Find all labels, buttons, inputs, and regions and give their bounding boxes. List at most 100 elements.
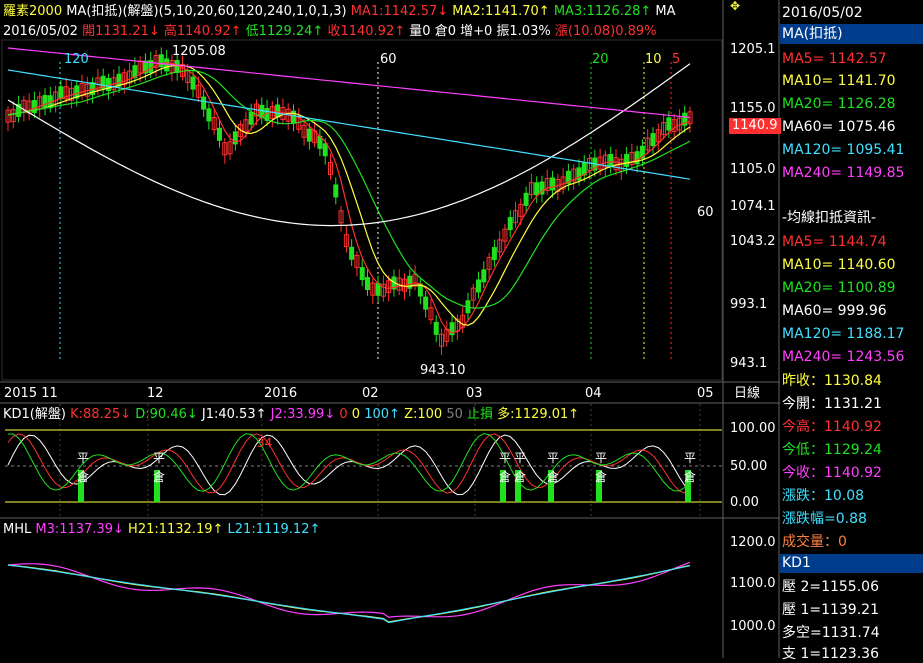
sidebar-open: 今開：1131.21 [782, 396, 882, 412]
candle-body-57 [306, 128, 312, 142]
ma-indicator-label[interactable]: MA(扣抵)(解盤)(5,10,20,60,120,240,1,0,1,3) [66, 4, 346, 19]
time-axis-04: 04 [585, 386, 602, 401]
kd-hundred: 100↑ [364, 407, 400, 422]
candle-body-7 [42, 95, 48, 109]
candle-body-98 [523, 192, 529, 206]
mhl-axis-1200: 1200.0 [730, 535, 776, 550]
kd-j2-value: J2:33.99↓ [270, 407, 336, 422]
sidebar-ma120: MA120= 1095.41 [782, 142, 905, 158]
sidebar-ma-title[interactable]: MA(扣抵) [782, 26, 843, 43]
sidebar-ma10: MA10= 1141.70 [782, 73, 896, 89]
sidebar-deduct-ma240: MA240= 1243.56 [782, 349, 905, 365]
sidebar-ma5: MA5= 1142.57 [782, 51, 887, 67]
time-axis-12: 12 [147, 386, 164, 401]
price-axis-1205: 1205.1 [730, 42, 776, 57]
candle-body-79 [423, 296, 429, 310]
symbol-name[interactable]: 羅素2000 [3, 4, 62, 19]
sidebar-close: 今收：1140.92 [782, 465, 882, 481]
price-axis-1074: 1074.1 [730, 199, 776, 214]
kd-flat-label-2: 平 [499, 451, 511, 465]
kd-d-value: D:90.46↓ [135, 407, 198, 422]
mhl-h21-line [7, 564, 691, 623]
mhl-l21-value: L21:1119.12↑ [227, 522, 321, 537]
current-price-tag: 1140.9 [729, 118, 781, 134]
low-annotation: 943.10 [420, 363, 466, 378]
sidebar-volume: 成交量：0 [782, 534, 847, 550]
position-value: 倉0 [434, 24, 456, 39]
ma1-value: MA1:1142.57↓ [350, 4, 449, 19]
kd-j-line [7, 434, 691, 496]
time-axis-05: 05 [697, 386, 714, 401]
candle-body-92 [491, 247, 497, 261]
kd-cover-label-1: 倉 [153, 469, 165, 484]
price-axis-1043: 1043.2 [730, 234, 776, 249]
period-selector[interactable]: 日線 [734, 386, 760, 402]
ma20-line [7, 69, 691, 309]
mhl-title[interactable]: MHL [3, 522, 31, 537]
deduct-marker-20: 20 [592, 52, 609, 67]
kd-flat-label-1: 平 [153, 451, 165, 465]
price-axis-1155: 1155.0 [730, 101, 776, 116]
kd-axis-50: 50.00 [730, 459, 768, 474]
deduct-marker-120: 120 [64, 52, 89, 67]
candle-body-89 [476, 279, 482, 293]
candle-body-38 [206, 108, 212, 122]
high-value: 高1140.92↑ [163, 24, 242, 39]
volume-value: 量0 [409, 24, 431, 39]
header-row-2: 2016/05/02 開1131.21↓ 高1140.92↑ 低1129.24↑… [3, 24, 657, 40]
sidebar-kd-title[interactable]: KD1 [782, 555, 811, 572]
deduct-marker-60: 60 [380, 52, 397, 67]
candle-body-29 [158, 54, 164, 68]
candle-body-10 [58, 86, 64, 100]
kd-cover-label-3: 倉 [514, 469, 526, 484]
sidebar-kd-pivot: 多空=1131.74 [782, 625, 880, 641]
ma-more: MA [655, 4, 676, 19]
kd-flat-label-4: 平 [547, 451, 559, 465]
candle-body-103 [550, 177, 556, 191]
amplitude-value: 振1.03% [496, 24, 551, 39]
header-row-1: 羅素2000 MA(扣抵)(解盤)(5,10,20,60,120,240,1,0… [3, 4, 676, 20]
sidebar-ma60: MA60= 1075.46 [782, 119, 896, 135]
sidebar-deduct-ma5: MA5= 1144.74 [782, 234, 887, 250]
candle-body-122 [650, 133, 656, 147]
mhl-m3-line [7, 561, 691, 618]
high-annotation: 1205.08 [172, 44, 226, 59]
sidebar-prev-close: 昨收：1130.84 [782, 373, 882, 389]
price-axis-1105: 1105.0 [730, 162, 776, 177]
increase-value: 增+0 [460, 24, 493, 39]
time-axis-2016: 2016 [264, 386, 298, 401]
candle-body-35 [190, 76, 196, 90]
candle-body-40 [216, 127, 222, 141]
quote-date: 2016/05/02 [3, 24, 78, 39]
kd-cover-label-6: 倉 [684, 469, 696, 484]
sidebar-kd-resist-1: 壓 1=1139.21 [782, 602, 879, 618]
kd-cover-label-2: 倉 [499, 469, 511, 484]
kd-flat-label-0: 平 [77, 451, 89, 465]
expand-arrows-icon[interactable]: ✥ [728, 0, 742, 14]
close-value: 收1140.92↑ [327, 24, 406, 39]
sidebar-deduct-ma60: MA60= 999.96 [782, 303, 887, 319]
sidebar-deduct-ma10: MA10= 1140.60 [782, 257, 896, 273]
candle-body-117 [624, 153, 630, 167]
sidebar-date: 2016/05/02 [782, 5, 863, 21]
kd-title[interactable]: KD1(解盤) [3, 407, 66, 422]
kd-long-value: 多:1129.01↑ [497, 407, 580, 422]
candle-body-46 [248, 111, 254, 125]
candle-body-90 [481, 269, 487, 283]
candle-body-119 [634, 151, 640, 165]
sidebar-change: 漲跌：10.08 [782, 488, 865, 504]
ma3-value: MA3:1126.28↑ [553, 4, 652, 19]
candle-body-68 [365, 277, 371, 291]
mhl-l21-line [7, 564, 691, 624]
ma5-line [7, 62, 691, 334]
kd-annotation-34: 34 [257, 436, 273, 450]
kd-axis-100: 100.00 [730, 421, 776, 436]
sidebar-deduct-ma20: MA20= 1100.89 [782, 280, 896, 296]
open-value: 開1131.21↓ [82, 24, 160, 39]
sidebar-ma240: MA240= 1149.85 [782, 165, 905, 181]
sidebar-low: 今低：1129.24 [782, 442, 882, 458]
sidebar-deduct-ma120: MA120= 1188.17 [782, 326, 905, 342]
change-value: 漲(10.08)0.89% [554, 24, 657, 39]
kd-z-value: Z:100 [404, 407, 443, 422]
kd-fifty: 50 [446, 407, 463, 422]
